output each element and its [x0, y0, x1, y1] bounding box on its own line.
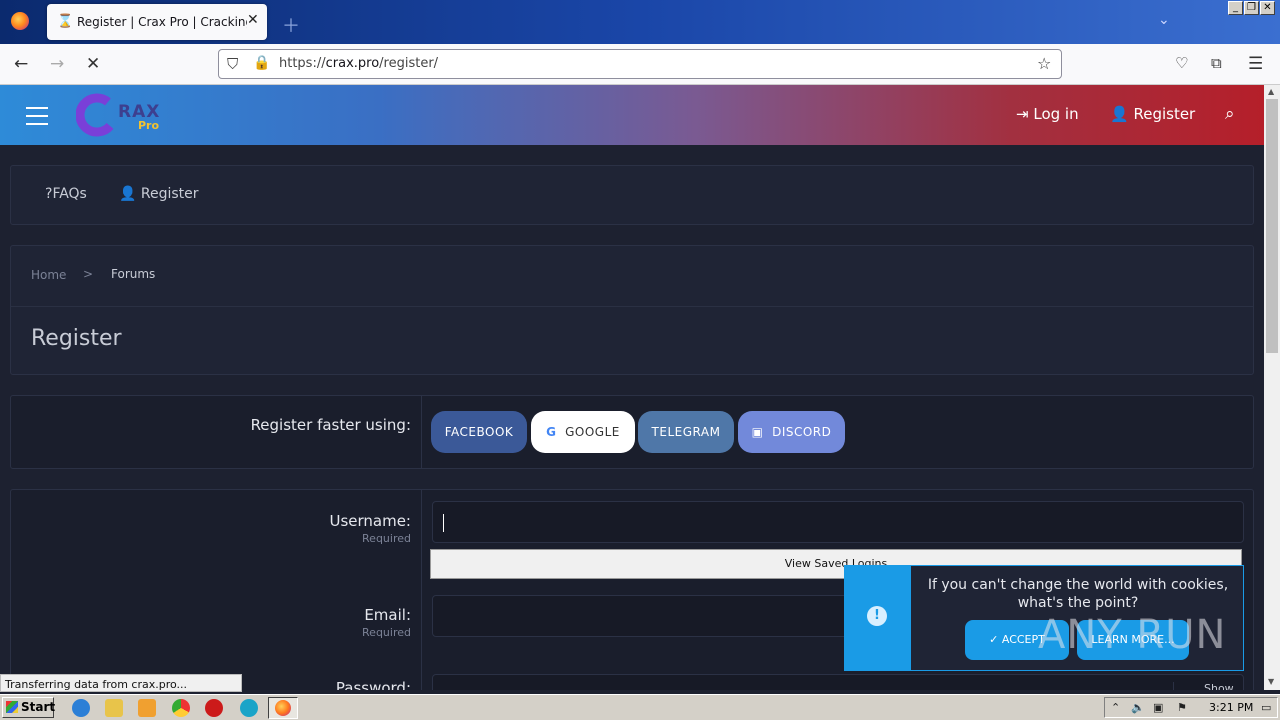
browser-tab-strip: ⌛ Register | Crax Pro | Cracking, Spa ✕ … — [0, 0, 1280, 44]
lock-icon[interactable]: 🔒 — [253, 55, 270, 71]
scroll-up-icon[interactable]: ▲ — [1268, 87, 1274, 96]
tray-expand-icon[interactable]: ⌃ — [1111, 701, 1120, 714]
breadcrumb-forums[interactable]: Forums — [111, 267, 155, 281]
breadcrumb-separator: > — [83, 267, 94, 281]
username-required: Required — [362, 532, 411, 545]
volume-icon[interactable]: 🔈 — [1131, 701, 1145, 714]
password-input[interactable] — [432, 674, 1244, 690]
discord-icon: ▣ — [751, 425, 764, 439]
page-title: Register — [31, 326, 122, 351]
cookie-message: If you can't change the world with cooki… — [927, 577, 1229, 611]
tracking-shield-icon[interactable]: ⛉ — [227, 55, 238, 73]
url-text[interactable]: https://crax.pro/register/ — [279, 56, 438, 71]
address-bar[interactable]: ⛉ 🔒 https://crax.pro/register/ ☆ — [218, 49, 1062, 79]
restore-window-icon[interactable]: ❐ — [1244, 1, 1259, 15]
pocket-icon[interactable]: ♡ — [1175, 54, 1188, 72]
firefox-icon — [275, 700, 291, 716]
site-header: RAX Pro ⇥ Log in 👤 Register ⌕ — [0, 85, 1264, 145]
media-player-icon[interactable] — [138, 699, 156, 717]
scroll-down-icon[interactable]: ▼ — [1268, 677, 1274, 686]
discord-button[interactable]: ▣ DISCORD — [738, 411, 845, 453]
forward-icon[interactable]: → — [50, 54, 64, 74]
windows-taskbar: Start ⌃ 🔈 ▣ ⚑ 3:21 PM ▭ — [0, 694, 1280, 720]
tab-title: Register | Crax Pro | Cracking, Spa — [77, 15, 247, 29]
page-scrollbar[interactable]: ▲ ▼ — [1264, 85, 1280, 690]
folder-icon[interactable] — [105, 699, 123, 717]
header-register-link[interactable]: 👤 Register — [1110, 105, 1195, 123]
register-faster-block: Register faster using: FACEBOOK G GOOGLE… — [10, 395, 1254, 469]
search-icon[interactable]: ⌕ — [1225, 104, 1235, 124]
facebook-button[interactable]: FACEBOOK — [431, 411, 527, 453]
sub-navigation: ?FAQs 👤 Register — [10, 165, 1254, 225]
start-button[interactable]: Start — [2, 697, 55, 718]
minimize-window-icon[interactable]: _ — [1228, 1, 1243, 15]
loading-hourglass-icon: ⌛ — [57, 14, 74, 29]
hamburger-menu-icon[interactable] — [26, 107, 48, 131]
close-window-icon[interactable]: ✕ — [1260, 1, 1275, 15]
firefox-menu-icon[interactable] — [11, 12, 29, 30]
username-input[interactable] — [432, 501, 1244, 543]
breadcrumb-home[interactable]: Home — [31, 268, 66, 282]
google-button[interactable]: G GOOGLE — [531, 411, 635, 453]
text-caret — [443, 514, 444, 532]
breadcrumb-block: Home > Forums Register — [10, 245, 1254, 375]
register-label: Register — [1133, 105, 1196, 123]
divider — [11, 306, 1253, 307]
bookmark-star-icon[interactable]: ☆ — [1037, 54, 1051, 73]
alert-icon: ! — [867, 606, 887, 626]
chrome-icon[interactable] — [172, 699, 190, 717]
windows-logo-icon — [6, 701, 18, 713]
show-desktop-icon[interactable]: ▭ — [1261, 701, 1271, 714]
ie-icon[interactable] — [72, 699, 90, 717]
check-icon: ✓ — [989, 633, 999, 646]
login-icon: ⇥ — [1016, 105, 1029, 123]
tab-list-chevron-icon[interactable]: ⌄ — [1158, 12, 1170, 28]
subnav-register[interactable]: 👤 Register — [119, 186, 199, 202]
show-password-toggle[interactable]: Show — [1173, 682, 1234, 690]
web-page: RAX Pro ⇥ Log in 👤 Register ⌕ ?FAQs 👤 Re… — [0, 85, 1264, 690]
add-user-icon: 👤 — [1110, 105, 1129, 123]
clock: 3:21 PM — [1209, 701, 1254, 714]
logo-subtext: Pro — [138, 119, 160, 132]
username-label: Username: — [329, 512, 411, 530]
new-tab-icon[interactable]: ＋ — [282, 12, 300, 38]
divider — [421, 490, 422, 690]
flag-icon[interactable]: ⚑ — [1177, 701, 1187, 714]
browser-tab-active[interactable]: ⌛ Register | Crax Pro | Cracking, Spa ✕ — [47, 4, 267, 40]
header-login-link[interactable]: ⇥ Log in — [1016, 105, 1079, 123]
back-icon[interactable]: ← — [14, 54, 28, 74]
telegram-button[interactable]: TELEGRAM — [638, 411, 734, 453]
status-bar: Transferring data from crax.pro... — [0, 674, 242, 692]
email-required: Required — [362, 626, 411, 639]
stop-loading-icon[interactable]: ✕ — [86, 54, 100, 74]
opera-icon[interactable] — [205, 699, 223, 717]
app-menu-icon[interactable]: ☰ — [1248, 54, 1263, 74]
edge-icon[interactable] — [240, 699, 258, 717]
network-icon[interactable]: ▣ — [1153, 701, 1163, 714]
login-label: Log in — [1033, 105, 1079, 123]
browser-nav-bar: ← → ✕ ⛉ 🔒 https://crax.pro/register/ ☆ ♡… — [0, 44, 1280, 85]
close-tab-icon[interactable]: ✕ — [247, 12, 259, 28]
google-icon: G — [546, 425, 557, 439]
scrollbar-thumb[interactable] — [1266, 99, 1278, 353]
add-user-icon: 👤 — [119, 186, 137, 202]
anyrun-watermark: ANY RUN — [1038, 612, 1227, 658]
divider — [421, 396, 422, 468]
extensions-icon[interactable]: ⧉ — [1211, 54, 1222, 72]
email-label: Email: — [364, 606, 411, 624]
site-logo[interactable]: RAX Pro — [75, 93, 181, 138]
register-faster-label: Register faster using: — [250, 416, 411, 434]
system-tray: ⌃ 🔈 ▣ ⚑ 3:21 PM ▭ — [1104, 697, 1278, 718]
firefox-taskbar-button[interactable] — [268, 697, 298, 719]
subnav-faqs[interactable]: ?FAQs — [45, 186, 87, 202]
